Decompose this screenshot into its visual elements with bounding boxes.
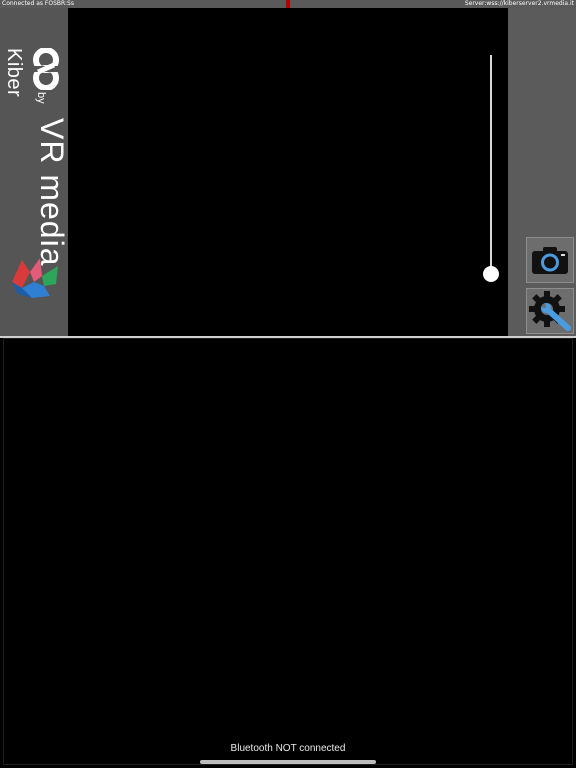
bluetooth-status: Bluetooth NOT connected <box>230 743 346 754</box>
top-panel: Kiber by VR media <box>0 8 576 336</box>
zoom-slider-track[interactable] <box>490 55 492 275</box>
app-root: Connected as FOSBR:Ss Server:wss://kiber… <box>0 0 576 768</box>
brand-product-name: Kiber <box>3 48 25 98</box>
brand-sidebar: Kiber by VR media <box>0 8 70 336</box>
video-view[interactable] <box>68 8 508 336</box>
camera-button[interactable] <box>526 237 574 283</box>
kiber-logo-icon <box>33 48 59 90</box>
secondary-view[interactable] <box>3 338 573 765</box>
camera-icon <box>532 247 568 274</box>
settings-button[interactable] <box>526 288 574 334</box>
brand-by: by <box>35 92 47 104</box>
vr-media-logo-icon <box>12 258 58 298</box>
home-indicator[interactable] <box>200 760 376 764</box>
brand-company-name: VR media <box>34 118 70 267</box>
connection-status: Connected as FOSBR:Ss <box>2 0 74 7</box>
server-address: Server:wss://kiberserver2.vrmedia.it <box>464 0 574 7</box>
settings-wrench-icon <box>529 291 571 331</box>
tool-panel <box>508 8 576 336</box>
status-bar: Connected as FOSBR:Ss Server:wss://kiber… <box>0 0 576 8</box>
zoom-slider-thumb[interactable] <box>483 266 499 282</box>
status-marker <box>286 0 290 8</box>
